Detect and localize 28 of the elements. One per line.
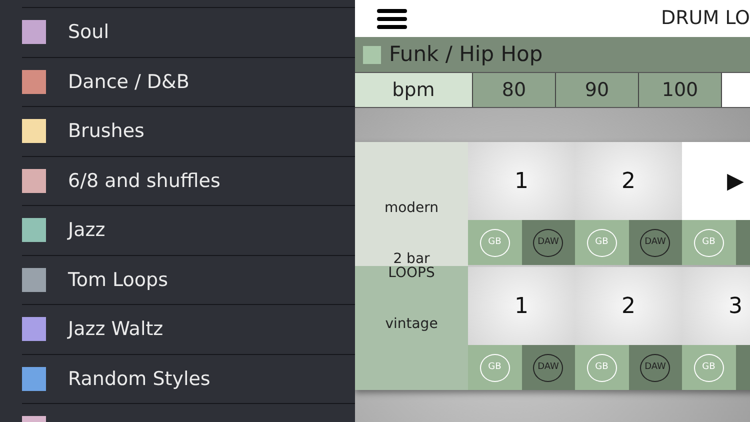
menu-icon[interactable] (377, 8, 407, 30)
daw-button[interactable]: DAW (640, 354, 670, 382)
category-title: Funk / Hip Hop (389, 40, 543, 68)
sidebar-item[interactable]: Tom Loops (22, 254, 355, 304)
tempo-label: bpm (355, 73, 473, 107)
loop-pad[interactable]: 3 (682, 267, 750, 345)
row-label: modern (384, 200, 439, 215)
sidebar-item[interactable]: Dance / D&B (22, 56, 355, 106)
daw-button[interactable]: DAW (640, 228, 670, 256)
sidebar-item[interactable]: Soul (22, 7, 355, 56)
daw-button[interactable]: DAW (533, 354, 564, 382)
loop-pad[interactable]: 2 (575, 142, 682, 220)
tempo-option[interactable]: 90 (556, 73, 639, 107)
loop-pad[interactable]: 1 (468, 142, 575, 220)
loop-pad[interactable]: 2 (575, 267, 682, 345)
loop-pad[interactable]: 1 (468, 267, 575, 345)
daw-button[interactable]: DAW (533, 228, 564, 256)
tempo-option[interactable]: 100 (639, 73, 722, 107)
sidebar-item[interactable]: Jazz (22, 205, 355, 254)
sidebar-item[interactable]: Brushes (22, 106, 355, 156)
sidebar-item[interactable]: Jazz Waltz (22, 304, 355, 354)
row-label: vintage (385, 317, 438, 332)
tempo-option[interactable]: 80 (473, 73, 556, 107)
sidebar-item[interactable]: Random Styles (22, 354, 355, 403)
loop-pad[interactable]: ▶ (682, 142, 750, 220)
row-label: 2 bar LOOPS (387, 252, 436, 280)
app-title: DRUM LO (660, 6, 750, 32)
sidebar-item[interactable]: 6/8 and shuffles (22, 156, 355, 205)
